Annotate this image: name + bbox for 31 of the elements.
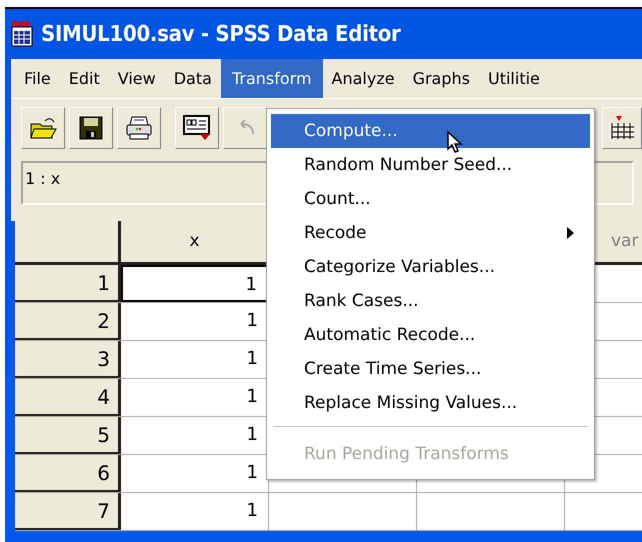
undo-icon[interactable] bbox=[223, 107, 267, 149]
menu-item[interactable]: View bbox=[108, 59, 165, 98]
row-header[interactable]: 3 bbox=[15, 341, 121, 378]
menu-item[interactable]: Rank Cases... bbox=[271, 284, 590, 318]
insert-case-icon[interactable] bbox=[602, 107, 642, 149]
row-header[interactable]: 2 bbox=[15, 303, 121, 340]
menu-item[interactable]: Edit bbox=[60, 59, 109, 98]
row-header[interactable]: 4 bbox=[15, 379, 121, 416]
row-header[interactable]: 1 bbox=[15, 265, 121, 302]
menu-item[interactable]: Compute... bbox=[271, 114, 590, 148]
row-header[interactable]: 5 bbox=[15, 417, 121, 454]
menu-item[interactable]: Utilitie bbox=[479, 59, 549, 98]
mouse-pointer-icon bbox=[447, 131, 463, 153]
printer-icon[interactable] bbox=[117, 107, 161, 149]
spreadsheet-icon bbox=[11, 21, 33, 47]
menu-item[interactable]: Data bbox=[164, 59, 221, 98]
submenu-arrow-icon bbox=[567, 227, 574, 239]
menu-item[interactable]: Transform bbox=[220, 59, 323, 98]
menu-item[interactable]: Graphs bbox=[404, 59, 479, 98]
table-cell[interactable]: 1 bbox=[121, 493, 269, 530]
row-header[interactable]: 7 bbox=[15, 493, 121, 530]
dialog-icon[interactable] bbox=[175, 107, 219, 149]
menu-item[interactable]: Analyze bbox=[322, 59, 404, 98]
window-title: SIMUL100.sav - SPSS Data Editor bbox=[41, 22, 401, 46]
open-folder-icon[interactable] bbox=[21, 107, 65, 149]
menu-item[interactable]: Create Time Series... bbox=[271, 352, 590, 386]
menu-item[interactable]: File bbox=[15, 59, 60, 98]
row-header[interactable]: 6 bbox=[15, 455, 121, 492]
menu-item[interactable]: Automatic Recode... bbox=[271, 318, 590, 352]
save-icon[interactable] bbox=[69, 107, 113, 149]
menu-item[interactable]: Replace Missing Values... bbox=[271, 386, 590, 420]
